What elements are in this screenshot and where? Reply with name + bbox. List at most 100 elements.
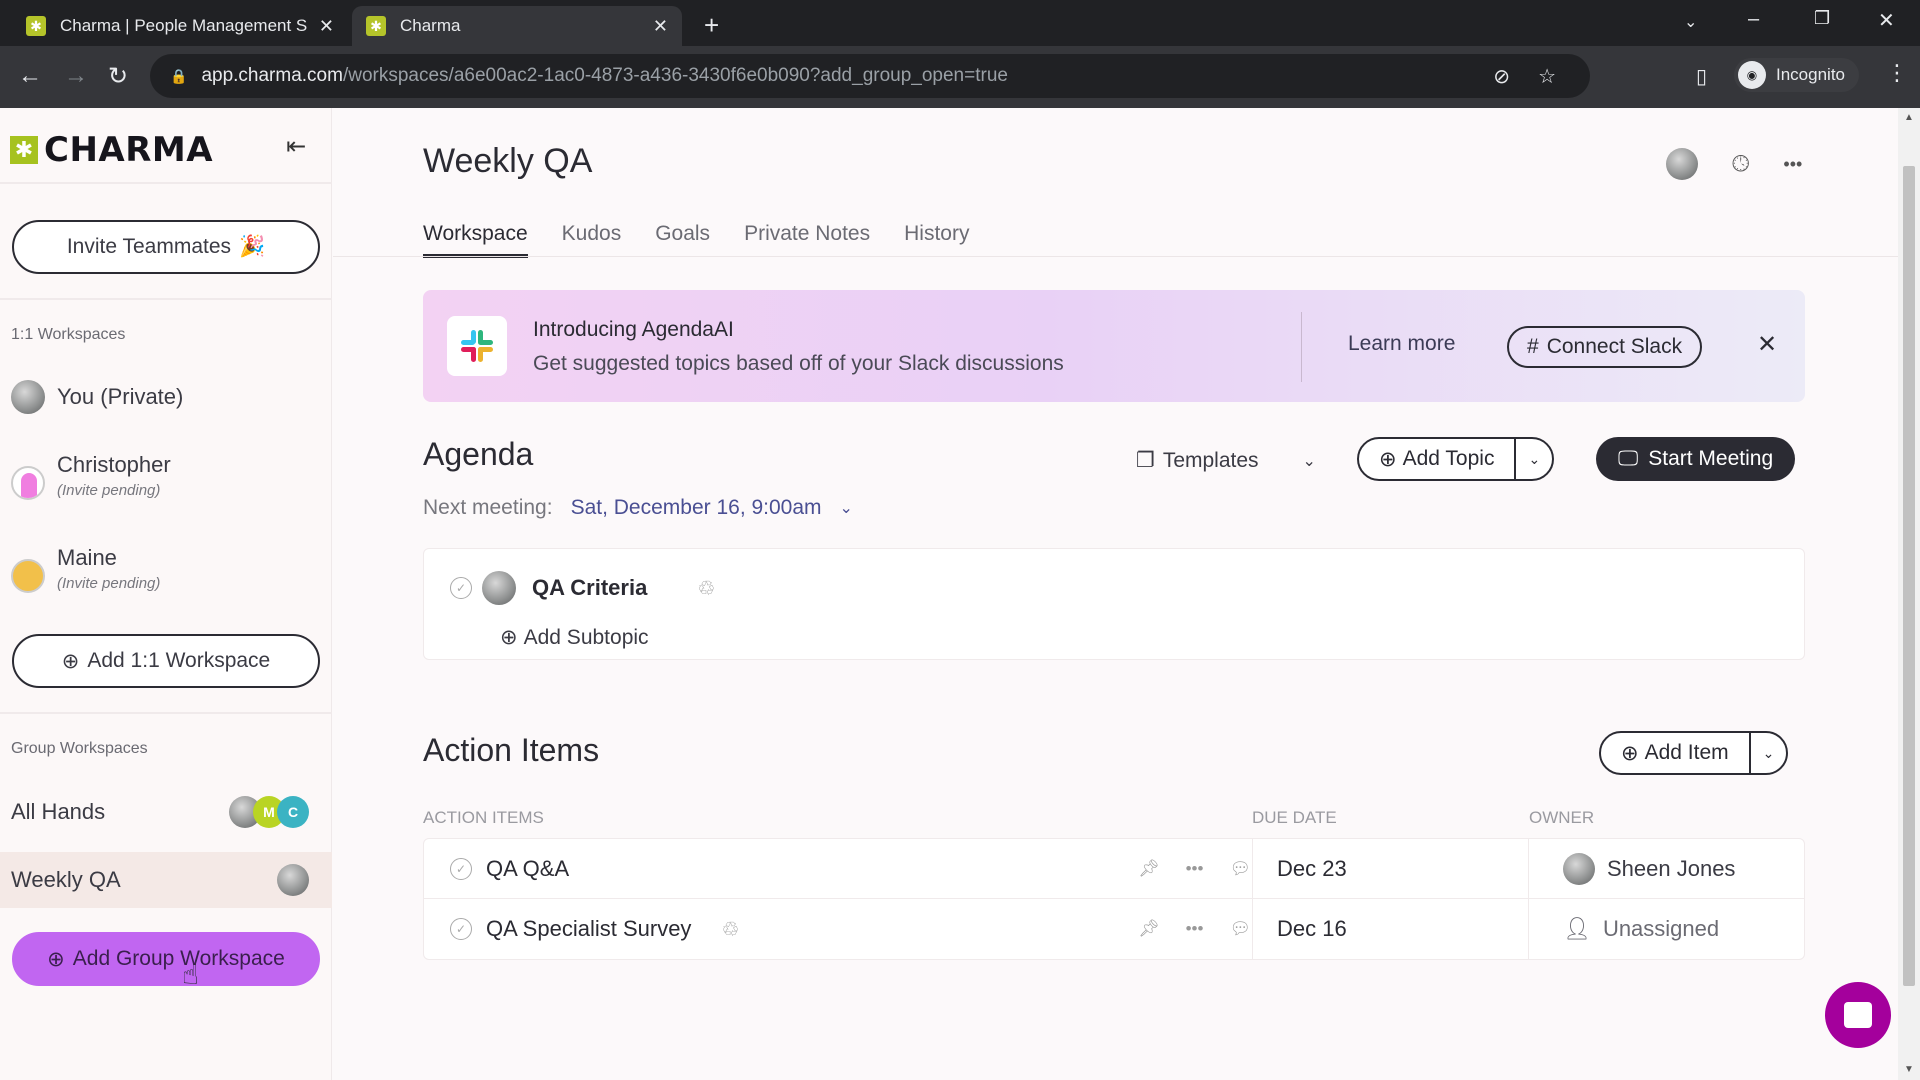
owner-name: Sheen Jones: [1607, 856, 1736, 881]
chevron-down-icon[interactable]: ⌄: [840, 498, 853, 518]
url-path: /workspaces/a6e00ac2-1ac0-4873-a436-3430…: [342, 65, 1008, 86]
support-chat-button[interactable]: [1825, 982, 1891, 1048]
avatar: [11, 559, 45, 593]
close-window-icon[interactable]: ✕: [1878, 8, 1895, 33]
tab-history[interactable]: History: [904, 222, 969, 258]
bookmark-star-icon[interactable]: ☆: [1538, 64, 1556, 89]
user-outline-icon: 👤︎: [1563, 916, 1591, 941]
table-row[interactable]: ✓ QA Specialist Survey ♲ 📌︎ ••• 💬︎ Dec 1…: [424, 899, 1804, 959]
owner[interactable]: Sheen Jones: [1528, 839, 1735, 899]
comment-icon[interactable]: 💬︎: [1229, 859, 1251, 879]
invite-teammates-button[interactable]: Invite Teammates 🎉: [12, 220, 320, 274]
incognito-badge[interactable]: ◉ Incognito: [1734, 58, 1859, 92]
scroll-down-icon[interactable]: ▼: [1904, 1064, 1914, 1075]
reload-icon[interactable]: ↻: [108, 62, 128, 91]
logo-mark-icon: ✱: [10, 136, 38, 164]
close-tab-icon[interactable]: ✕: [319, 16, 334, 37]
button-label: Add Topic: [1402, 447, 1495, 470]
member-avatars: [277, 864, 309, 896]
sidebar-item-weekly-qa[interactable]: Weekly QA: [0, 852, 332, 908]
connect-slack-button[interactable]: # Connect Slack: [1507, 326, 1703, 368]
tab-private-notes[interactable]: Private Notes: [744, 222, 870, 258]
tab-workspace[interactable]: Workspace: [423, 222, 528, 258]
recurring-icon: ♲: [697, 577, 716, 600]
column-header-due-date: Due Date: [1252, 808, 1337, 827]
due-date[interactable]: Dec 16: [1252, 899, 1528, 959]
topic-name: QA Criteria: [532, 575, 648, 600]
avatar[interactable]: [1666, 148, 1698, 180]
scrollbar[interactable]: ▲ ▼: [1898, 108, 1920, 1080]
recurring-icon: ♲: [721, 918, 740, 941]
add-topic-split-button: ⊕ Add Topic ⌄: [1357, 437, 1555, 481]
sidebar-item-you-private[interactable]: You (Private): [0, 380, 332, 414]
templates-dropdown[interactable]: ❐ Templates ⌄: [1136, 448, 1316, 473]
scroll-up-icon[interactable]: ▲: [1904, 112, 1914, 123]
tab-goals[interactable]: Goals: [655, 222, 710, 258]
button-label: Start Meeting: [1648, 447, 1774, 470]
invite-label: Invite Teammates: [66, 235, 232, 258]
minimize-icon[interactable]: –: [1748, 8, 1759, 31]
browser-tab[interactable]: ✱ Charma | People Management S ✕: [12, 6, 348, 46]
tab-search-icon[interactable]: ⌄: [1684, 12, 1697, 32]
pin-icon[interactable]: 📌︎: [1138, 919, 1160, 939]
browser-menu-icon[interactable]: ⋮: [1886, 60, 1908, 86]
browser-tab-bar: ✱ Charma | People Management S ✕ ✱ Charm…: [0, 0, 1920, 46]
add-one-on-one-workspace-button[interactable]: ⊕ Add 1:1 Workspace: [12, 634, 320, 688]
back-icon[interactable]: ←: [18, 62, 42, 90]
more-options-icon[interactable]: •••: [1186, 919, 1204, 939]
new-tab-button[interactable]: +: [704, 10, 719, 41]
banner-title: Introducing AgendaAI: [533, 318, 734, 341]
add-group-workspace-button[interactable]: ⊕ Add Group Workspace: [12, 932, 320, 986]
start-meeting-button[interactable]: 🖵︎ Start Meeting: [1596, 437, 1796, 481]
close-tab-icon[interactable]: ✕: [653, 16, 668, 37]
side-panel-icon[interactable]: ▯: [1696, 64, 1707, 89]
chevron-down-icon: ⌄: [1302, 452, 1316, 470]
comment-icon[interactable]: 💬︎: [1229, 919, 1251, 939]
complete-checkbox[interactable]: ✓: [450, 577, 472, 599]
divider: [0, 712, 332, 714]
restore-icon[interactable]: ❐: [1814, 8, 1830, 29]
incognito-icon: ◉: [1738, 61, 1766, 89]
table-row[interactable]: ✓ QA Q&A 📌︎ ••• 💬︎ Dec 23 Sheen Jones: [424, 839, 1804, 899]
pin-icon[interactable]: 📌︎: [1138, 859, 1160, 879]
more-options-icon[interactable]: •••: [1783, 154, 1802, 175]
owner[interactable]: 👤︎ Unassigned: [1528, 899, 1719, 959]
page-title: Weekly QA: [423, 142, 593, 180]
address-bar[interactable]: 🔒 app.charma.com/workspaces/a6e00ac2-1ac…: [150, 54, 1590, 98]
agenda-topic[interactable]: ✓ QA Criteria ♲: [450, 571, 715, 605]
lock-icon: 🔒: [170, 67, 188, 84]
next-meeting-date[interactable]: Sat, December 16, 9:00am: [571, 496, 822, 520]
add-subtopic-button[interactable]: ⊕ Add Subtopic: [500, 625, 649, 650]
button-label: Add Subtopic: [523, 625, 649, 649]
button-label: Add Group Workspace: [72, 947, 285, 970]
learn-more-link[interactable]: Learn more: [1348, 332, 1455, 356]
forward-icon[interactable]: →: [64, 62, 88, 90]
complete-checkbox[interactable]: ✓: [450, 918, 472, 940]
add-item-button[interactable]: ⊕ Add Item: [1601, 733, 1751, 773]
tab-kudos[interactable]: Kudos: [562, 222, 622, 258]
add-topic-button[interactable]: ⊕ Add Topic: [1359, 439, 1517, 479]
agenda-topic-card: ✓ QA Criteria ♲ ⊕ Add Subtopic: [423, 548, 1805, 660]
avatar: [482, 571, 516, 605]
add-topic-menu-chevron-icon[interactable]: ⌄: [1516, 439, 1552, 479]
sidebar-item-christopher[interactable]: Christopher (Invite pending): [0, 452, 332, 500]
avatar: [11, 380, 45, 414]
divider: [0, 182, 332, 184]
next-meeting-label: Next meeting:: [423, 496, 553, 519]
clock-icon[interactable]: 🕓︎: [1732, 151, 1749, 177]
presentation-icon: 🖵︎: [1618, 447, 1639, 470]
sidebar-item-all-hands[interactable]: All Hands M C: [0, 784, 332, 840]
tracking-off-icon[interactable]: ⊘: [1493, 64, 1510, 89]
charma-logo[interactable]: ✱ CHARMA: [10, 130, 213, 170]
scroll-thumb[interactable]: [1903, 166, 1915, 986]
browser-tab-active[interactable]: ✱ Charma ✕: [352, 6, 682, 46]
sidebar-item-maine[interactable]: Maine (Invite pending): [0, 545, 332, 593]
agenda-ai-banner: Introducing AgendaAI Get suggested topic…: [423, 290, 1805, 402]
divider: [333, 256, 1898, 257]
complete-checkbox[interactable]: ✓: [450, 857, 472, 880]
due-date[interactable]: Dec 23: [1252, 839, 1528, 899]
collapse-sidebar-icon[interactable]: ⇤: [286, 132, 306, 161]
close-banner-icon[interactable]: ✕: [1757, 330, 1777, 359]
add-item-menu-chevron-icon[interactable]: ⌄: [1751, 733, 1787, 773]
more-options-icon[interactable]: •••: [1186, 859, 1204, 879]
